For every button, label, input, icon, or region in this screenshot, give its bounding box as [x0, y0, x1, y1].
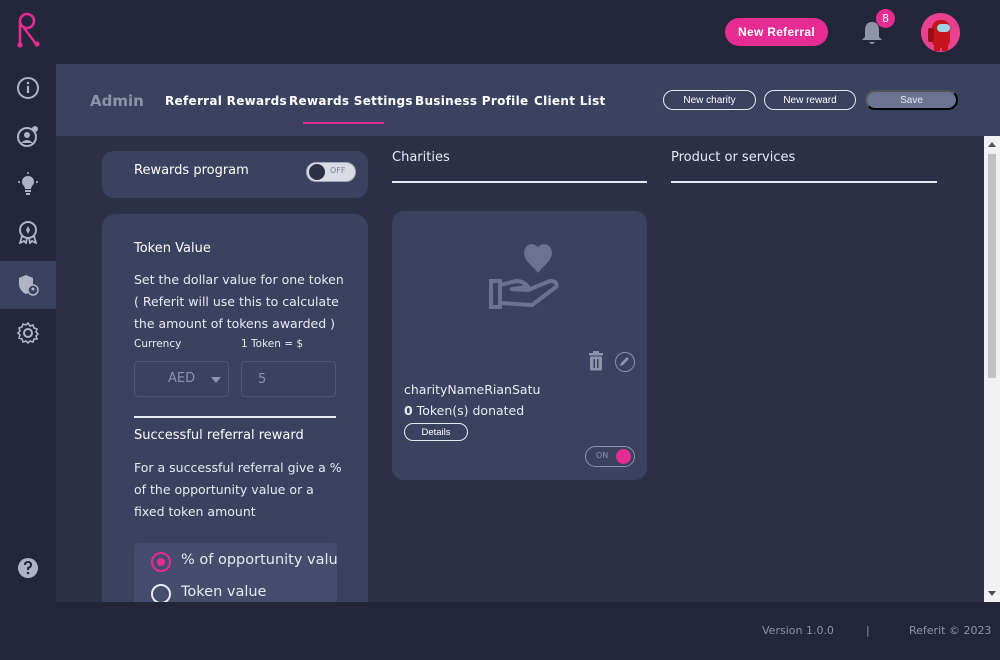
footer: Version 1.0.0 | Referit © 2023: [0, 602, 1000, 660]
scroll-down-arrow-icon[interactable]: [988, 591, 996, 596]
tab-business-profile[interactable]: Business Profile: [415, 94, 528, 108]
tab-rewards-settings[interactable]: Rewards Settings: [289, 94, 413, 108]
award-badge-icon: [18, 221, 38, 244]
user-share-icon: [17, 126, 38, 147]
token-rate-input[interactable]: [241, 361, 336, 397]
token-value-title: Token Value: [134, 241, 211, 256]
charities-divider: [392, 181, 647, 183]
toggle-knob: [616, 449, 631, 464]
new-referral-button[interactable]: New Referral: [725, 18, 828, 46]
rewards-program-card: Rewards program OFF: [102, 151, 368, 198]
radio-label-percent: % of opportunity value: [181, 552, 337, 568]
charity-card: charityNameRianSatu 0 Token(s) donated D…: [392, 211, 647, 480]
tab-client-list[interactable]: Client List: [534, 94, 606, 108]
referral-reward-title: Successful referral reward: [134, 428, 304, 443]
charity-active-toggle[interactable]: ON: [585, 446, 635, 467]
gear-icon: [16, 321, 40, 345]
token-settings-card: Token Value Set the dollar value for one…: [102, 214, 368, 614]
scrollbar[interactable]: [984, 136, 1000, 602]
charity-tokens-donated: 0 Token(s) donated: [404, 403, 524, 418]
copyright-text: Referit © 2023: [909, 624, 992, 637]
footer-separator: |: [866, 624, 870, 637]
products-divider: [671, 181, 937, 183]
save-button[interactable]: Save: [865, 90, 958, 110]
rewards-program-label: Rewards program: [134, 163, 249, 178]
toggle-state-label: OFF: [330, 166, 346, 175]
products-heading: Product or services: [671, 150, 796, 165]
token-suffix: Token(s) donated: [412, 403, 525, 418]
radio-percent-opportunity[interactable]: [151, 552, 171, 572]
charity-name: charityNameRianSatu: [404, 382, 541, 397]
token-count: 0: [404, 403, 413, 418]
charity-hand-heart-icon: [489, 244, 559, 309]
edit-icon[interactable]: [615, 352, 635, 372]
referit-logo[interactable]: [14, 12, 42, 48]
charities-heading: Charities: [392, 150, 450, 165]
version-text: Version 1.0.0: [762, 624, 834, 637]
sidebar-item-ideas[interactable]: [0, 160, 56, 208]
avatar[interactable]: [921, 13, 960, 52]
radio-dot: [157, 558, 165, 566]
new-reward-button[interactable]: New reward: [764, 90, 856, 110]
sidebar-item-referrals[interactable]: [0, 112, 56, 160]
radio-label-token: Token value: [181, 584, 267, 600]
scroll-up-arrow-icon[interactable]: [988, 142, 996, 147]
sidebar-item-admin[interactable]: [0, 261, 56, 309]
currency-label: Currency: [134, 338, 182, 350]
info-gauge-icon: [17, 77, 39, 99]
chevron-down-icon: [211, 377, 221, 383]
new-charity-button[interactable]: New charity: [663, 90, 756, 110]
token-rate-label: 1 Token = $: [241, 338, 304, 350]
divider: [134, 416, 336, 418]
active-tab-indicator: [303, 122, 384, 124]
sidebar-item-dashboard[interactable]: [0, 64, 56, 112]
currency-select[interactable]: AED: [134, 361, 229, 397]
lightbulb-icon: [18, 172, 38, 195]
help-icon: [18, 558, 38, 578]
main-content: Admin Referral Rewards Rewards Settings …: [56, 64, 1000, 614]
referral-reward-description: For a successful referral give a % of th…: [134, 460, 342, 519]
rewards-program-toggle[interactable]: OFF: [306, 162, 356, 182]
top-bar: New Referral 8: [0, 0, 1000, 64]
tab-bar: Admin Referral Rewards Rewards Settings …: [56, 64, 1000, 136]
token-value-description: Set the dollar value for one token ( Ref…: [134, 272, 344, 331]
shield-user-icon: [19, 275, 39, 296]
trash-icon[interactable]: [587, 351, 605, 371]
details-button[interactable]: Details: [404, 423, 468, 441]
admin-label: Admin: [90, 92, 144, 110]
currency-value: AED: [168, 371, 196, 386]
notification-badge: 8: [876, 9, 895, 28]
scroll-thumb[interactable]: [988, 154, 996, 378]
toggle-knob: [309, 164, 325, 180]
sidebar: [0, 64, 56, 625]
toggle-state-label: ON: [596, 451, 609, 460]
tab-referral-rewards[interactable]: Referral Rewards: [165, 94, 287, 108]
sidebar-item-rewards[interactable]: [0, 208, 56, 256]
sidebar-item-help[interactable]: [0, 544, 56, 592]
sidebar-item-settings[interactable]: [0, 309, 56, 357]
radio-token-value[interactable]: [151, 584, 171, 604]
